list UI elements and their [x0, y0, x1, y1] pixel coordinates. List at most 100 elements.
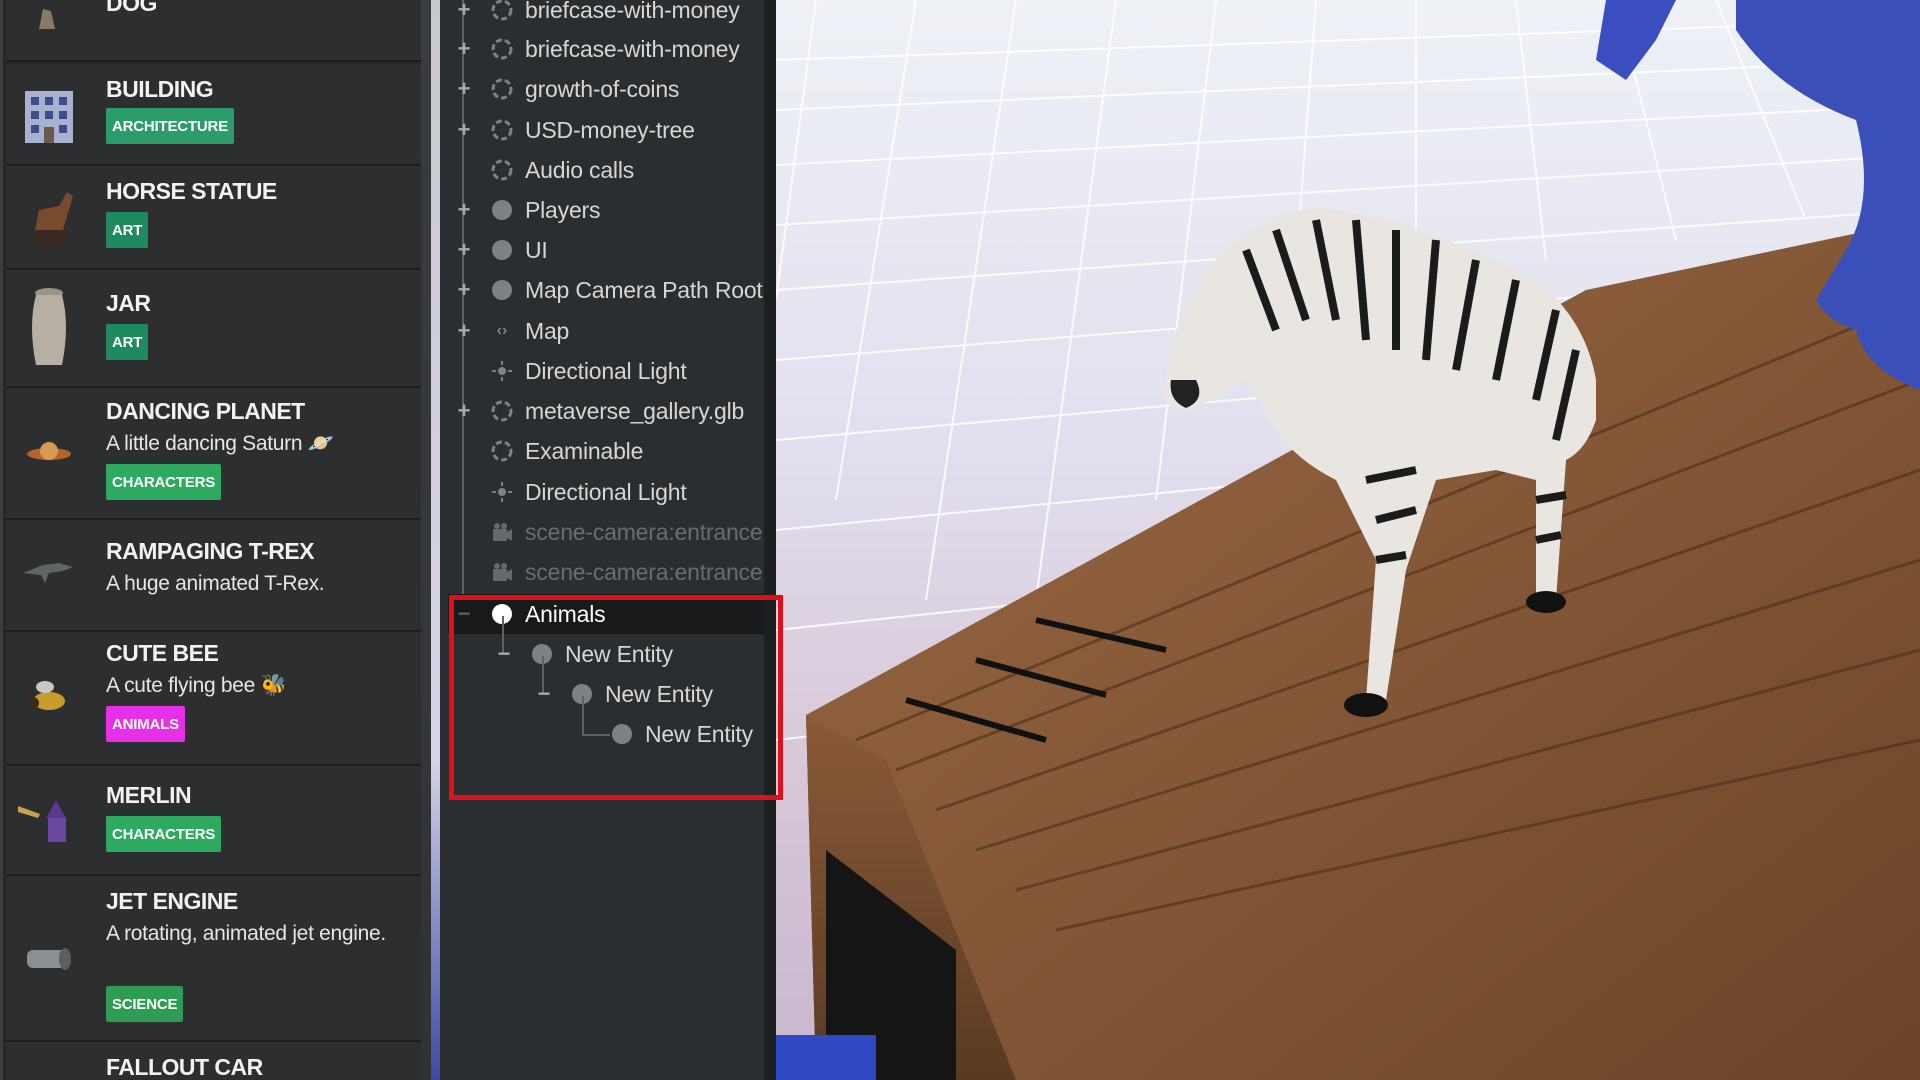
hierarchy-node[interactable]: Directional Light [440, 472, 764, 512]
hierarchy-node[interactable]: + Players [440, 190, 764, 230]
asset-name: RAMPAGING T-REX [106, 538, 315, 564]
expand-icon[interactable]: + [454, 237, 474, 262]
asset-description: A rotating, animated jet engine. [106, 922, 386, 945]
node-label: Directional Light [525, 357, 687, 384]
scene-render [776, 0, 1920, 1080]
node-label: Map [525, 317, 570, 344]
asset-name: DANCING PLANET [106, 398, 305, 424]
node-label: Examinable [525, 437, 644, 464]
asset-card-jet-engine[interactable]: JET ENGINE A rotating, animated jet engi… [6, 876, 421, 1042]
expand-icon[interactable]: + [454, 197, 474, 222]
node-label: metaverse_gallery.glb [525, 397, 745, 424]
expand-icon[interactable]: + [454, 398, 474, 423]
asset-card-dancing-planet[interactable]: DANCING PLANET A little dancing Saturn 🪐… [6, 388, 421, 520]
asset-description: A huge animated T-Rex. [106, 572, 325, 595]
asset-card-horse-statue[interactable]: HORSE STATUE ART [6, 166, 421, 270]
jar-icon [16, 284, 82, 374]
scene-hierarchy-panel: + briefcase-with-money + briefcase-with-… [440, 0, 774, 1080]
jet-engine-icon [16, 924, 82, 994]
hierarchy-node[interactable]: Directional Light [440, 351, 764, 391]
hierarchy-node[interactable]: + UI [440, 230, 764, 270]
asset-card-building[interactable]: BUILDING ARCHITECTURE [6, 64, 421, 166]
asset-card-cute-bee[interactable]: CUTE BEE A cute flying bee 🐝 ANIMALS [6, 632, 421, 766]
category-tag: ART [106, 324, 149, 360]
asset-name: JAR [106, 290, 151, 316]
category-tag: ARCHITECTURE [106, 108, 234, 144]
building-icon [16, 80, 82, 150]
asset-card-fallout-car[interactable]: FALLOUT CAR [6, 1042, 421, 1080]
entity-dot-icon [490, 238, 514, 262]
model-icon [490, 399, 514, 423]
asset-name: FALLOUT CAR [106, 1054, 263, 1080]
model-icon [490, 118, 514, 142]
node-label: scene-camera:entrance [525, 518, 763, 545]
hierarchy-node[interactable]: Examinable [440, 431, 764, 471]
node-label: Directional Light [525, 478, 687, 505]
highlight-box [449, 595, 783, 800]
model-icon [490, 37, 514, 61]
bee-icon [16, 662, 82, 732]
hierarchy-node[interactable]: + ‹› Map [440, 311, 764, 351]
expand-icon[interactable]: + [454, 277, 474, 302]
hierarchy-node[interactable]: Audio calls [440, 150, 764, 190]
asset-card-jar[interactable]: JAR ART [6, 270, 421, 388]
entity-dot-icon [490, 278, 514, 302]
camera-icon [490, 560, 514, 584]
node-label: Map Camera Path Root [525, 276, 763, 303]
asset-name: CUTE BEE [106, 640, 219, 666]
t-rex-icon [16, 536, 82, 606]
hierarchy-node[interactable]: + USD-money-tree [440, 110, 764, 150]
saturn-icon [16, 418, 82, 488]
category-tag: CHARACTERS [106, 816, 222, 852]
asset-name: HORSE STATUE [106, 178, 277, 204]
horse-statue-icon [16, 180, 82, 250]
asset-name: BUILDING [106, 76, 214, 102]
expand-icon[interactable]: + [454, 76, 474, 101]
category-tag: ANIMALS [106, 706, 185, 742]
asset-card-merlin[interactable]: MERLIN CHARACTERS [6, 766, 421, 876]
node-label: briefcase-with-money [525, 0, 740, 23]
hierarchy-node[interactable]: + briefcase-with-money [440, 0, 764, 30]
dog-icon [16, 0, 82, 54]
model-icon [490, 0, 514, 22]
node-label: UI [525, 236, 548, 263]
panel-scrollbar[interactable] [421, 0, 431, 1080]
node-label: scene-camera:entrance [525, 558, 763, 585]
wizard-icon [16, 786, 82, 856]
panel-divider [431, 0, 440, 1080]
hierarchy-node[interactable]: + metaverse_gallery.glb [440, 391, 764, 431]
asset-card-rampaging-t-rex[interactable]: RAMPAGING T-REX A huge animated T-Rex. [6, 520, 421, 632]
hierarchy-scrollbar[interactable] [764, 0, 776, 1080]
code-icon: ‹› [496, 322, 508, 339]
category-tag: CHARACTERS [106, 464, 222, 500]
light-icon [490, 480, 514, 504]
model-icon [490, 77, 514, 101]
category-tag: SCIENCE [106, 986, 184, 1022]
hierarchy-node[interactable]: scene-camera:entrance [440, 512, 764, 552]
expand-icon[interactable]: + [454, 318, 474, 343]
expand-icon[interactable]: + [454, 117, 474, 142]
scene-viewport[interactable] [776, 0, 1920, 1080]
asset-name: MERLIN [106, 782, 192, 808]
node-label: Audio calls [525, 156, 635, 183]
light-icon [490, 359, 514, 383]
model-icon [490, 158, 514, 182]
camera-icon [490, 520, 514, 544]
node-label: briefcase-with-money [525, 35, 740, 62]
hierarchy-node[interactable]: scene-camera:entrance [440, 552, 764, 592]
hierarchy-node[interactable]: + growth-of-coins [440, 69, 764, 109]
asset-name: DOG [106, 0, 157, 16]
model-icon [490, 439, 514, 463]
asset-description: A little dancing Saturn 🪐 [106, 432, 334, 455]
entity-dot-icon [490, 198, 514, 222]
node-label: USD-money-tree [525, 116, 695, 143]
asset-name: JET ENGINE [106, 888, 238, 914]
category-tag: ART [106, 212, 149, 248]
asset-description: A cute flying bee 🐝 [106, 674, 287, 697]
hierarchy-node[interactable]: + Map Camera Path Root [440, 270, 764, 310]
expand-icon[interactable]: + [454, 0, 474, 22]
hierarchy-node[interactable]: + briefcase-with-money [440, 29, 764, 69]
asset-card-dog[interactable]: DOG [6, 0, 421, 62]
expand-icon[interactable]: + [454, 36, 474, 61]
node-label: Players [525, 196, 601, 223]
